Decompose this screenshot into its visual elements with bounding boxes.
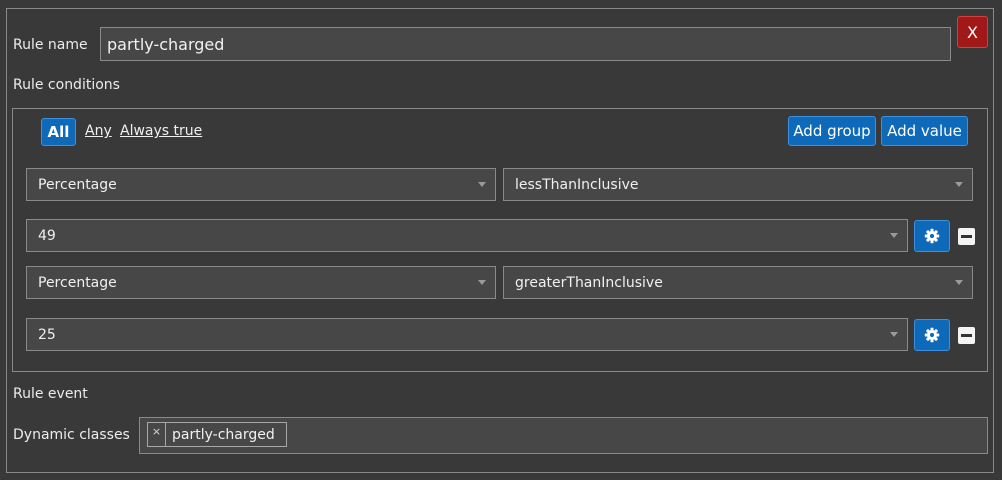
class-tag: × partly-charged (147, 422, 287, 447)
remove-tag-icon[interactable]: × (148, 423, 166, 446)
chevron-down-icon (478, 280, 486, 285)
condition-1-fact-select[interactable]: Percentage (26, 168, 496, 201)
condition-2-value-select[interactable]: 25 (26, 318, 908, 351)
chevron-down-icon (478, 182, 486, 187)
minus-icon (961, 235, 972, 238)
combinator-all-button[interactable]: All (41, 118, 76, 146)
chevron-down-icon (955, 182, 963, 187)
condition-1-fact-value: Percentage (38, 176, 117, 193)
add-value-button[interactable]: Add value (881, 116, 968, 146)
condition-1-settings-button[interactable] (914, 220, 950, 252)
condition-1-operator-select[interactable]: lessThanInclusive (503, 168, 973, 201)
condition-2-fact-value: Percentage (38, 274, 117, 291)
rule-name-input[interactable]: partly-charged (100, 27, 951, 61)
close-button[interactable]: X (957, 16, 988, 48)
condition-2-operator-select[interactable]: greaterThanInclusive (503, 266, 973, 299)
condition-1-value: 49 (38, 227, 56, 244)
dynamic-classes-input[interactable]: × partly-charged (139, 417, 988, 454)
rule-name-label: Rule name (13, 37, 88, 53)
gear-icon (924, 228, 940, 244)
combinator-always-true-link[interactable]: Always true (120, 123, 202, 139)
condition-2-value: 25 (38, 326, 56, 343)
chevron-down-icon (890, 332, 898, 337)
rule-conditions-label: Rule conditions (13, 77, 120, 93)
condition-2-fact-select[interactable]: Percentage (26, 266, 496, 299)
combinator-any-link[interactable]: Any (85, 123, 112, 139)
gear-icon (924, 327, 940, 343)
condition-1-value-select[interactable]: 49 (26, 219, 908, 252)
minus-icon (961, 334, 972, 337)
condition-2-settings-button[interactable] (914, 319, 950, 351)
rule-name-value: partly-charged (107, 34, 225, 54)
add-group-button[interactable]: Add group (788, 116, 876, 146)
dynamic-classes-label: Dynamic classes (13, 427, 130, 443)
condition-1-operator-value: lessThanInclusive (515, 176, 639, 193)
rule-event-label: Rule event (13, 386, 88, 402)
chevron-down-icon (890, 233, 898, 238)
class-tag-label: partly-charged (172, 426, 275, 443)
condition-1-remove-button[interactable] (958, 228, 975, 245)
chevron-down-icon (955, 280, 963, 285)
condition-2-remove-button[interactable] (958, 327, 975, 344)
condition-2-operator-value: greaterThanInclusive (515, 274, 663, 291)
